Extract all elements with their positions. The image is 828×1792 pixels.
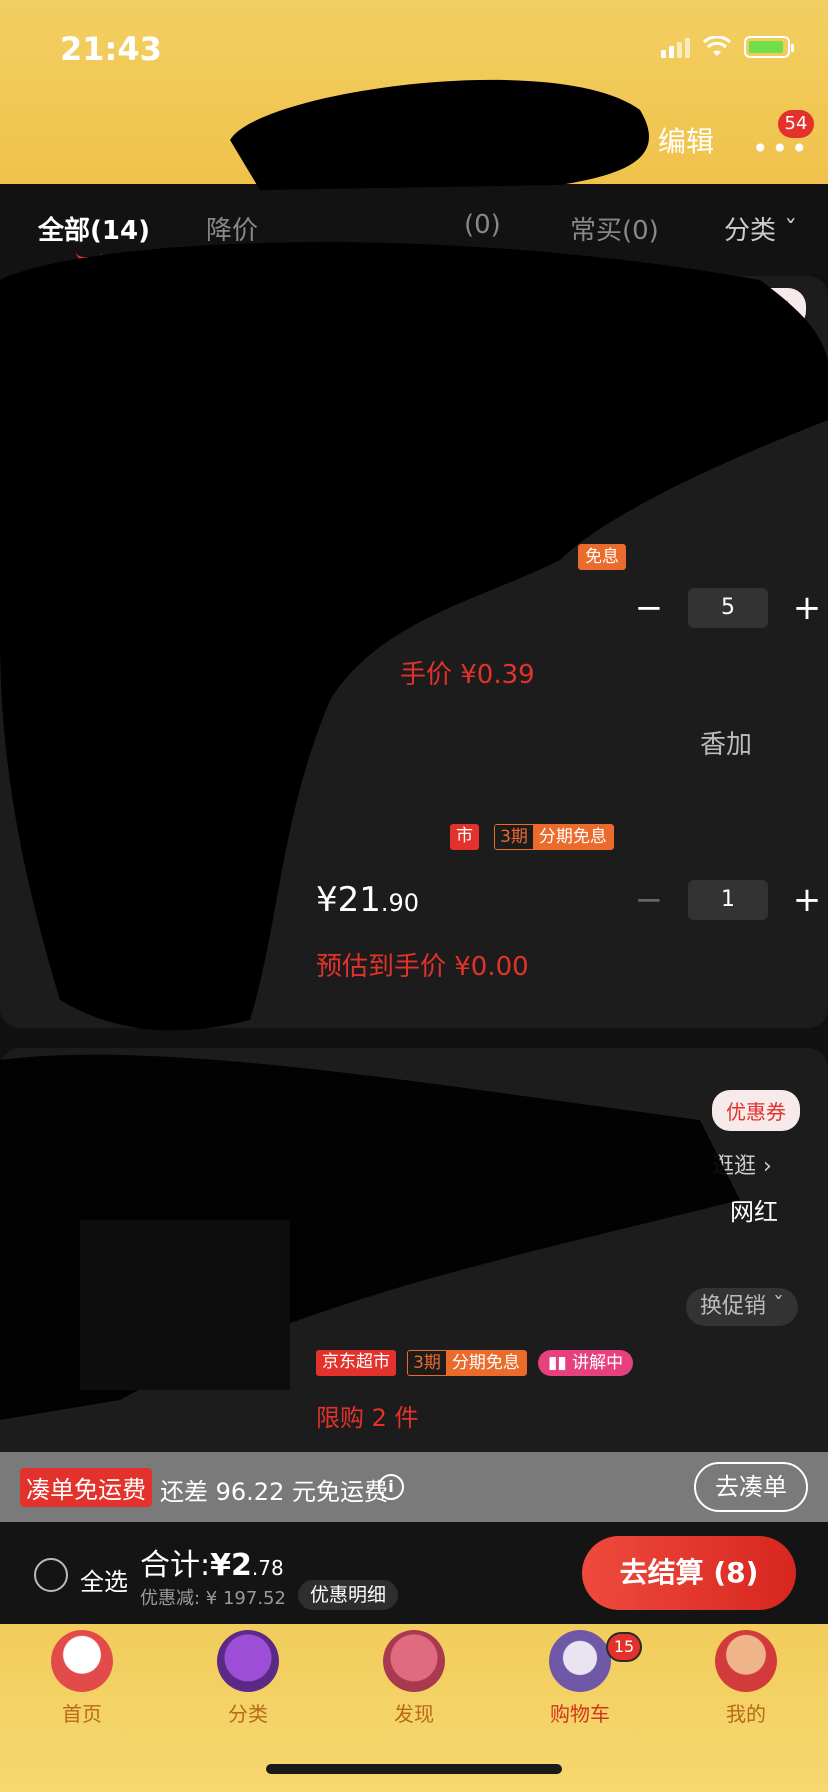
nav-category[interactable]: 分类 [188,1630,308,1727]
add-items-button[interactable]: 去凑单 [694,1462,808,1512]
redaction-overlay [0,79,828,1420]
select-all-checkbox[interactable] [34,1558,68,1592]
shipping-bar: 凑单免运费 还差 96.22 元免运费 i 去凑单 [0,1452,828,1522]
cart-count-badge: 15 [606,1632,642,1662]
discount-text: 优惠减: ¥ 197.52 [140,1588,286,1609]
nav-home[interactable]: 首页 [22,1630,142,1727]
free-shipping-tag: 凑单免运费 [20,1468,152,1507]
home-indicator [266,1764,562,1774]
home-mascot-icon [51,1630,113,1692]
total-price: 合计:¥2.78 [140,1548,284,1583]
shipping-text: 还差 96.22 元免运费 [160,1478,388,1506]
nav-profile[interactable]: 我的 [686,1630,806,1727]
cart-mascot-icon [549,1630,611,1692]
info-icon[interactable]: i [378,1474,404,1500]
nav-discover[interactable]: 发现 [354,1630,474,1727]
checkout-bar: 全选 合计:¥2.78 优惠减: ¥ 197.52 优惠明细 去结算 (8) [0,1522,828,1624]
select-all-label: 全选 [80,1568,128,1596]
category-mascot-icon [217,1630,279,1692]
discover-mascot-icon [383,1630,445,1692]
profile-mascot-icon [715,1630,777,1692]
checkout-button[interactable]: 去结算 (8) [582,1536,796,1610]
discount-detail-button[interactable]: 优惠明细 [298,1580,399,1610]
